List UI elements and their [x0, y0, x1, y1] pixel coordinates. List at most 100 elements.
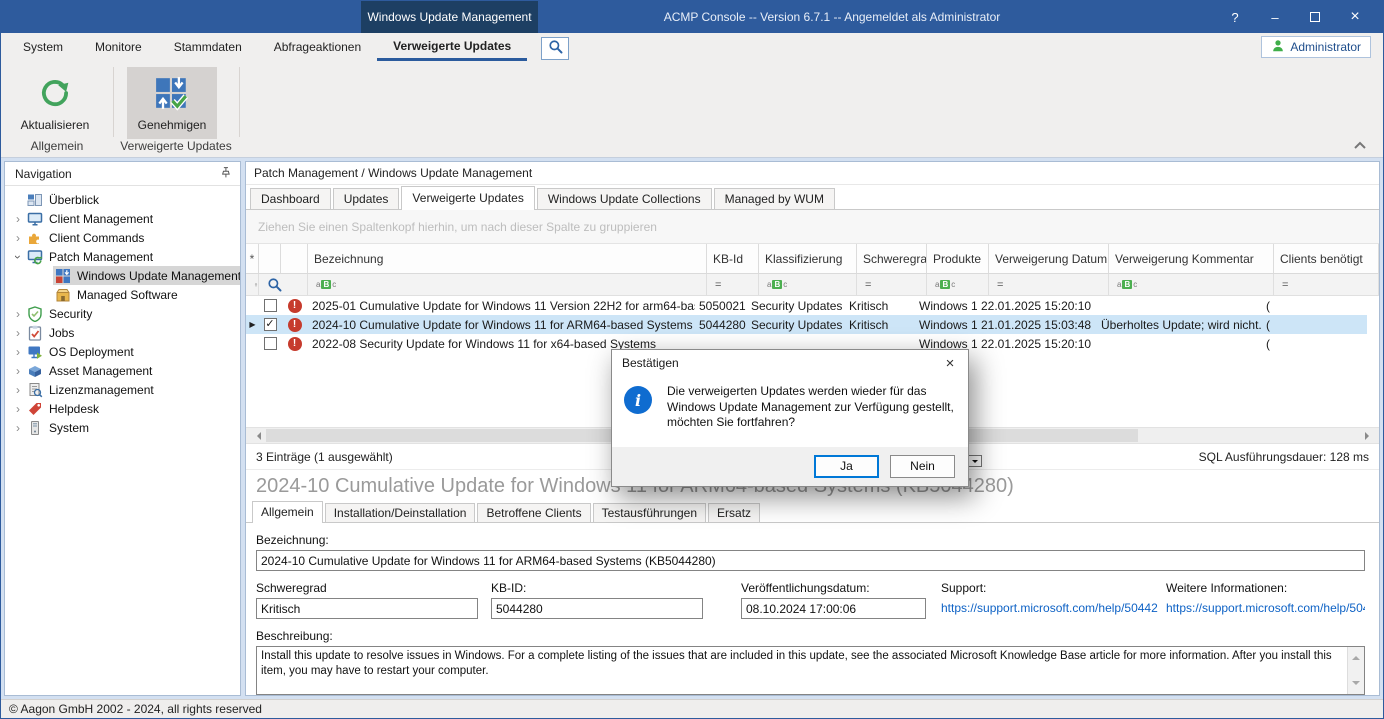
menu-item-abfrageaktionen[interactable]: Abfrageaktionen: [258, 33, 377, 61]
schweregrad-field[interactable]: [256, 598, 478, 619]
tab-windows-update-collections[interactable]: Windows Update Collections: [537, 188, 712, 209]
column-verweigerung-datum[interactable]: Verweigerung Datum: [989, 244, 1109, 273]
nav-item-label: Client Management: [49, 212, 153, 226]
filter-kb-id[interactable]: =: [707, 274, 759, 295]
ribbon-separator: [239, 67, 240, 137]
column-bezeichnung[interactable]: Bezeichnung: [308, 244, 707, 273]
menu-item-monitore[interactable]: Monitore: [79, 33, 158, 61]
expander-expanded-icon[interactable]: ›: [11, 250, 25, 264]
dialog-close-button[interactable]: ×: [941, 354, 959, 372]
search-button[interactable]: [541, 37, 569, 60]
filter-search-icon[interactable]: [259, 274, 308, 295]
close-button[interactable]: ×: [1335, 1, 1375, 33]
expander-collapsed-icon[interactable]: ›: [11, 421, 25, 435]
scroll-left-icon: [253, 432, 261, 440]
info-icon: i: [624, 386, 652, 414]
genehmigen-button[interactable]: Genehmigen: [127, 67, 217, 139]
nav-item-security[interactable]: › Security: [5, 304, 240, 323]
minimize-button[interactable]: –: [1255, 1, 1295, 33]
nav-item-berblick[interactable]: Überblick: [5, 190, 240, 209]
aktualisieren-button[interactable]: Aktualisieren: [9, 67, 101, 139]
expander-collapsed-icon[interactable]: ›: [11, 326, 25, 340]
expander-collapsed-icon[interactable]: ›: [11, 383, 25, 397]
column-kb-id[interactable]: KB-Id: [707, 244, 759, 273]
groupby-hint[interactable]: Ziehen Sie einen Spaltenkopf hierhin, um…: [246, 210, 1379, 244]
tab-allgemein[interactable]: Allgemein: [252, 501, 323, 523]
cell-bezeichnung: 2025-01 Cumulative Update for Windows 11…: [308, 299, 695, 313]
checkbox-checked[interactable]: ✓: [264, 318, 277, 331]
expander-collapsed-icon[interactable]: ›: [11, 402, 25, 416]
column-checkbox[interactable]: [259, 244, 281, 273]
ja-button[interactable]: Ja: [814, 455, 879, 478]
filter-klassifizierung[interactable]: aBc: [759, 274, 857, 295]
window-app-tab[interactable]: Windows Update Management: [361, 1, 538, 33]
expander-collapsed-icon[interactable]: ›: [11, 307, 25, 321]
scroll-left-button[interactable]: [248, 428, 265, 443]
menu-item-system[interactable]: System: [7, 33, 79, 61]
help-button[interactable]: ?: [1215, 1, 1255, 33]
tab-betroffene-clients[interactable]: Betroffene Clients: [477, 503, 590, 522]
tab-updates[interactable]: Updates: [333, 188, 400, 209]
nein-button[interactable]: Nein: [890, 455, 955, 478]
column-klassifizierung[interactable]: Klassifizierung: [759, 244, 857, 273]
table-row[interactable]: ▶✓!2024-10 Cumulative Update for Windows…: [246, 315, 1367, 334]
beschreibung-scrollbar[interactable]: [1347, 647, 1364, 694]
filter-produkte[interactable]: aBc: [927, 274, 989, 295]
nav-item-windows-update-management[interactable]: Windows Update Management: [5, 266, 240, 285]
tab-verweigerte-updates[interactable]: Verweigerte Updates: [401, 186, 534, 210]
abc-filter-icon: aBc: [316, 280, 336, 289]
nav-item-lizenzmanagement[interactable]: ›Lizenzmanagement: [5, 380, 240, 399]
tab-ersatz[interactable]: Ersatz: [708, 503, 760, 522]
bezeichnung-field[interactable]: [256, 550, 1365, 571]
tab-dashboard[interactable]: Dashboard: [250, 188, 331, 209]
column-star[interactable]: *: [246, 244, 259, 273]
administrator-button[interactable]: Administrator: [1261, 36, 1371, 58]
expander-collapsed-icon[interactable]: ›: [11, 364, 25, 378]
overview-icon: [27, 192, 43, 208]
expander-collapsed-icon[interactable]: ›: [11, 212, 25, 226]
expander-collapsed-icon[interactable]: ›: [11, 345, 25, 359]
nav-item-helpdesk[interactable]: ›Helpdesk: [5, 399, 240, 418]
nav-item-asset-management[interactable]: › Asset Management: [5, 361, 240, 380]
filter-schweregrad[interactable]: =: [857, 274, 927, 295]
maximize-button[interactable]: [1295, 1, 1335, 33]
menu-item-stammdaten[interactable]: Stammdaten: [158, 33, 258, 61]
column-produkte[interactable]: Produkte: [927, 244, 989, 273]
filter-pin-icon[interactable]: [246, 274, 259, 295]
checkbox-unchecked[interactable]: [264, 337, 277, 350]
menu-item-verweigerte-updates[interactable]: Verweigerte Updates: [377, 33, 527, 61]
nav-item-client-commands[interactable]: ›Client Commands: [5, 228, 240, 247]
collapse-ribbon-button[interactable]: [1353, 139, 1369, 151]
nav-item-label: Security: [49, 307, 92, 321]
beschreibung-field[interactable]: Install this update to resolve issues in…: [256, 646, 1365, 695]
nav-item-os-deployment[interactable]: ›OS Deployment: [5, 342, 240, 361]
kbid-field[interactable]: [491, 598, 703, 619]
nav-item-client-management[interactable]: › Client Management: [5, 209, 240, 228]
nav-item-label: Asset Management: [49, 364, 152, 378]
tab-managed-by-wum[interactable]: Managed by WUM: [714, 188, 835, 209]
nav-item-patch-management[interactable]: ›Patch Management: [5, 247, 240, 266]
filter-bezeichnung[interactable]: aBc: [308, 274, 707, 295]
nav-item-jobs[interactable]: ›Jobs: [5, 323, 240, 342]
expander-collapsed-icon[interactable]: ›: [11, 231, 25, 245]
table-row[interactable]: !2025-01 Cumulative Update for Windows 1…: [246, 296, 1367, 315]
column-schweregrad[interactable]: Schweregrad: [857, 244, 927, 273]
filter-verweigerung-datum[interactable]: =: [989, 274, 1109, 295]
filter-clients-ben-tigt[interactable]: =: [1274, 274, 1379, 295]
nav-item-system[interactable]: ›System: [5, 418, 240, 437]
scroll-right-button[interactable]: [1360, 428, 1377, 443]
support-link[interactable]: https://support.microsoft.com/help/50442…: [941, 601, 1158, 615]
pin-icon[interactable]: [219, 166, 232, 182]
tab-testausf-hrungen[interactable]: Testausführungen: [593, 503, 706, 522]
weitere-informationen-link[interactable]: https://support.microsoft.com/help/50442: [1166, 601, 1365, 615]
search-icon: [548, 39, 563, 57]
checkbox-unchecked[interactable]: [264, 299, 277, 312]
veroeffentlichungsdatum-field[interactable]: [741, 598, 926, 619]
column-status[interactable]: [281, 244, 308, 273]
tab-installation-deinstallation[interactable]: Installation/Deinstallation: [325, 503, 476, 522]
nav-item-managed-software[interactable]: Managed Software: [5, 285, 240, 304]
status-dropdown-button[interactable]: [967, 455, 982, 467]
column-verweigerung-kommentar[interactable]: Verweigerung Kommentar: [1109, 244, 1274, 273]
filter-verweigerung-kommentar[interactable]: aBc: [1109, 274, 1274, 295]
column-clients-ben-tigt[interactable]: Clients benötigt: [1274, 244, 1379, 273]
